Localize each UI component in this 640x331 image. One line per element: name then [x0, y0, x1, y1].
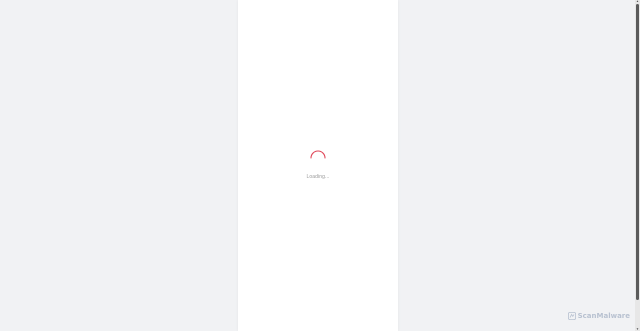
watermark-text: ScanMalware	[577, 312, 630, 320]
vertical-scrollbar[interactable]: ▲ ▼	[635, 0, 640, 331]
scanmalware-watermark: ScanMalware	[567, 312, 630, 320]
scanmalware-logo-icon	[567, 312, 576, 320]
content-panel: Loading...	[238, 0, 398, 331]
loading-indicator: Loading...	[238, 148, 398, 180]
scroll-up-arrow-icon[interactable]: ▲	[636, 0, 639, 3]
scrollbar-thumb[interactable]	[636, 4, 639, 300]
loading-spinner-icon	[310, 150, 326, 159]
page-viewport: Loading... ▲ ▼ ScanMalware	[0, 0, 640, 331]
loading-text: Loading...	[306, 174, 330, 180]
